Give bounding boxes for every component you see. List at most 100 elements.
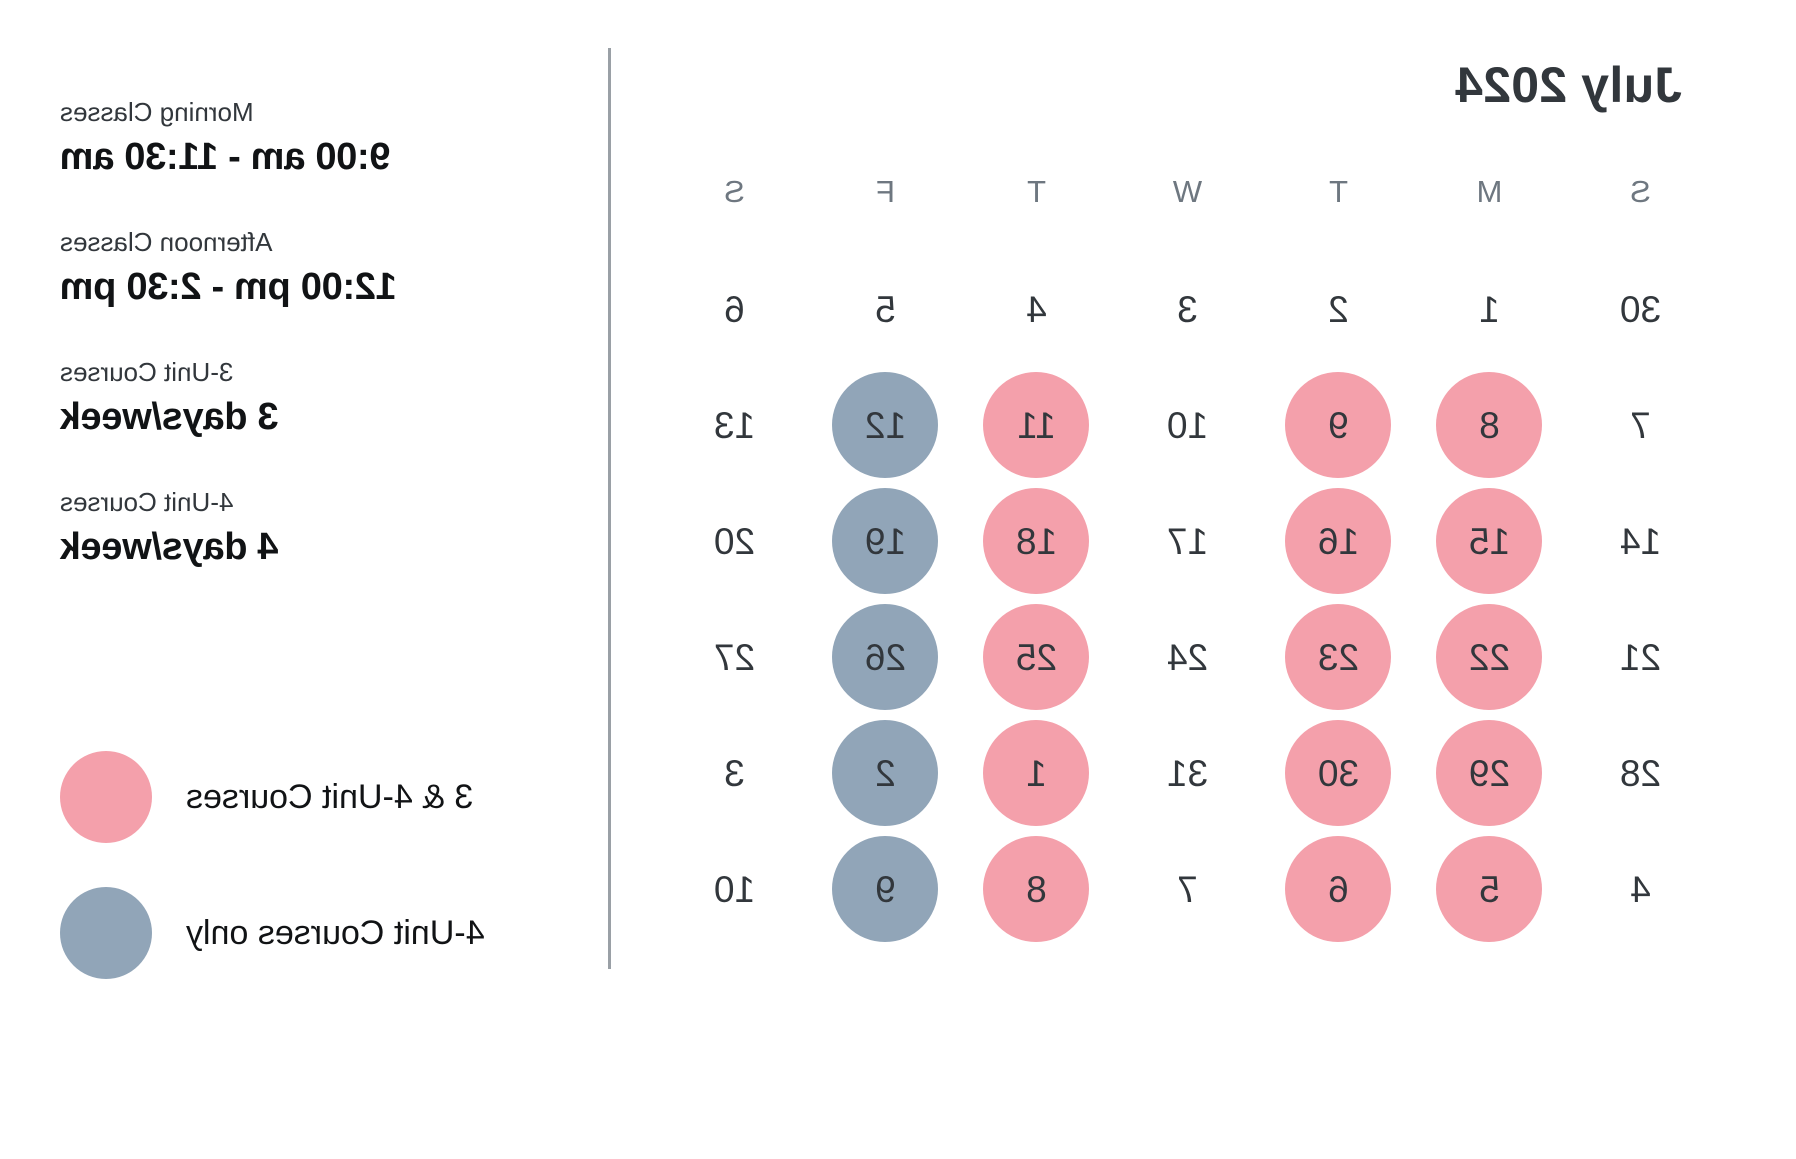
weekday-header-monday: M [1476, 174, 1503, 209]
calendar-day-highlight-pink[interactable]: 11 [983, 372, 1090, 478]
morning-classes-time: 9:00 am - 11:30 am [60, 135, 391, 178]
calendar-day-plain[interactable]: 14 [1588, 488, 1694, 594]
calendar-day-cell[interactable]: 30 [1263, 715, 1414, 831]
calendar-day-plain[interactable]: 6 [682, 256, 788, 362]
calendar-day-cell[interactable]: 2 [810, 715, 961, 831]
calendar-week-row: 14 15 16 17 18 19 20 [659, 483, 1716, 599]
calendar-day-cell[interactable]: 11 [961, 367, 1112, 483]
calendar-day-cell[interactable]: 9 [810, 831, 961, 947]
calendar-day-cell[interactable]: 21 [1565, 599, 1716, 715]
calendar-day-cell[interactable]: 29 [1414, 715, 1565, 831]
calendar-day-highlight-pink[interactable]: 6 [1285, 836, 1392, 942]
calendar-day-plain[interactable]: 27 [682, 604, 788, 710]
calendar-day-plain[interactable]: 1 [1437, 256, 1543, 362]
calendar-day-cell[interactable]: 1 [961, 715, 1112, 831]
calendar-week-row: 30 1 2 3 4 5 6 [659, 251, 1716, 367]
calendar-day-cell[interactable]: 28 [1565, 715, 1716, 831]
calendar-day-cell[interactable]: 30 [1565, 251, 1716, 367]
calendar-day-cell[interactable]: 14 [1565, 483, 1716, 599]
calendar-day-plain[interactable]: 20 [682, 488, 788, 594]
calendar-day-cell[interactable]: 23 [1263, 599, 1414, 715]
calendar-day-plain[interactable]: 5 [833, 256, 939, 362]
calendar-day-highlight-pink[interactable]: 8 [983, 836, 1090, 942]
calendar-day-highlight-pink[interactable]: 1 [983, 720, 1090, 826]
calendar-day-cell[interactable]: 8 [1414, 367, 1565, 483]
calendar-day-cell[interactable]: 15 [1414, 483, 1565, 599]
calendar-week-row: 4 5 6 7 8 9 10 [659, 831, 1716, 947]
calendar-day-cell[interactable]: 27 [659, 599, 810, 715]
calendar-day-cell[interactable]: 12 [810, 367, 961, 483]
calendar-day-highlight-pink[interactable]: 15 [1436, 488, 1543, 594]
calendar-day-plain[interactable]: 2 [1286, 256, 1392, 362]
calendar-day-cell[interactable]: 2 [1263, 251, 1414, 367]
calendar-day-plain[interactable]: 28 [1588, 720, 1694, 826]
calendar-day-highlight-blue[interactable]: 19 [832, 488, 939, 594]
calendar-day-cell[interactable]: 6 [659, 251, 810, 367]
calendar-day-highlight-pink[interactable]: 23 [1285, 604, 1392, 710]
calendar-day-cell[interactable]: 13 [659, 367, 810, 483]
info-block-four-unit-courses: 4-Unit Courses 4 days/week [60, 486, 542, 570]
schedule-calendar-page: July 2024 S M T W T F S 30 1 2 3 4 5 6 7 8 9 10 11 1… [0, 0, 1796, 1159]
calendar-day-highlight-blue[interactable]: 26 [832, 604, 939, 710]
weekday-header-thursday: T [1027, 174, 1046, 209]
weekday-header-wednesday: W [1172, 174, 1203, 209]
calendar-day-plain[interactable]: 21 [1588, 604, 1694, 710]
calendar-day-cell[interactable]: 10 [659, 831, 810, 947]
info-block-three-unit-courses: 3-Unit Courses 3 days/week [60, 356, 542, 440]
calendar-day-cell[interactable]: 9 [1263, 367, 1414, 483]
calendar-day-cell[interactable]: 19 [810, 483, 961, 599]
calendar-day-cell[interactable]: 20 [659, 483, 810, 599]
calendar-day-highlight-blue[interactable]: 12 [832, 372, 939, 478]
calendar-day-cell[interactable]: 3 [1112, 251, 1263, 367]
calendar-day-cell[interactable]: 1 [1414, 251, 1565, 367]
calendar-day-plain[interactable]: 4 [1588, 836, 1694, 942]
schedule-info-panel: Morning Classes 9:00 am - 11:30 am After… [0, 0, 608, 1159]
calendar-day-cell[interactable]: 16 [1263, 483, 1414, 599]
calendar-day-plain[interactable]: 30 [1588, 256, 1694, 362]
calendar-day-plain[interactable]: 7 [1135, 836, 1241, 942]
calendar-day-cell[interactable]: 3 [659, 715, 810, 831]
calendar-day-highlight-pink[interactable]: 16 [1285, 488, 1392, 594]
calendar-day-plain[interactable]: 13 [682, 372, 788, 478]
calendar-day-cell[interactable]: 25 [961, 599, 1112, 715]
calendar-day-cell[interactable]: 18 [961, 483, 1112, 599]
calendar-day-cell[interactable]: 7 [1112, 831, 1263, 947]
calendar-day-plain[interactable]: 24 [1135, 604, 1241, 710]
calendar-day-highlight-pink[interactable]: 8 [1436, 372, 1543, 478]
calendar-day-cell[interactable]: 5 [1414, 831, 1565, 947]
legend-swatch-blue-icon [60, 887, 152, 979]
info-block-morning-classes: Morning Classes 9:00 am - 11:30 am [60, 96, 542, 180]
calendar-day-cell[interactable]: 6 [1263, 831, 1414, 947]
calendar-day-cell[interactable]: 10 [1112, 367, 1263, 483]
calendar-day-cell[interactable]: 4 [1565, 831, 1716, 947]
legend-item: 4-Unit Courses only [60, 887, 485, 979]
calendar-day-highlight-pink[interactable]: 25 [983, 604, 1090, 710]
calendar-day-cell[interactable]: 17 [1112, 483, 1263, 599]
calendar-day-plain[interactable]: 17 [1135, 488, 1241, 594]
calendar-day-plain[interactable]: 10 [682, 836, 788, 942]
vertical-divider [608, 48, 611, 969]
calendar-day-highlight-blue[interactable]: 9 [832, 836, 939, 942]
calendar-day-plain[interactable]: 31 [1135, 720, 1241, 826]
calendar-day-highlight-pink[interactable]: 29 [1436, 720, 1543, 826]
calendar-day-cell[interactable]: 8 [961, 831, 1112, 947]
calendar-day-highlight-pink[interactable]: 18 [983, 488, 1090, 594]
calendar-day-cell[interactable]: 4 [961, 251, 1112, 367]
calendar-day-plain[interactable]: 3 [1135, 256, 1241, 362]
calendar-day-cell[interactable]: 5 [810, 251, 961, 367]
calendar-day-plain[interactable]: 10 [1135, 372, 1241, 478]
calendar-day-cell[interactable]: 26 [810, 599, 961, 715]
calendar-day-plain[interactable]: 7 [1588, 372, 1694, 478]
calendar-day-highlight-pink[interactable]: 22 [1436, 604, 1543, 710]
calendar-day-plain[interactable]: 3 [682, 720, 788, 826]
calendar-day-highlight-pink[interactable]: 9 [1285, 372, 1392, 478]
calendar-day-cell[interactable]: 31 [1112, 715, 1263, 831]
calendar-day-cell[interactable]: 7 [1565, 367, 1716, 483]
calendar-day-highlight-pink[interactable]: 5 [1436, 836, 1543, 942]
calendar-day-cell[interactable]: 24 [1112, 599, 1263, 715]
calendar-day-highlight-blue[interactable]: 2 [832, 720, 939, 826]
calendar-day-highlight-pink[interactable]: 30 [1285, 720, 1392, 826]
calendar-day-plain[interactable]: 4 [984, 256, 1090, 362]
legend-item: 3 & 4-Unit Courses [60, 751, 473, 843]
calendar-day-cell[interactable]: 22 [1414, 599, 1565, 715]
